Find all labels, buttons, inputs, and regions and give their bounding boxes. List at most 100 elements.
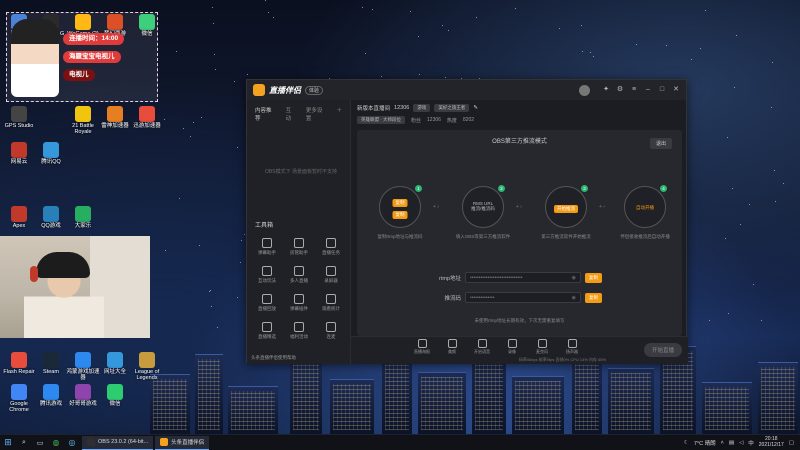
toolbar-item[interactable]: 扬声器 <box>561 339 583 355</box>
tab-recommend[interactable]: 内容推荐 <box>255 106 276 122</box>
search-icon[interactable]: ⌕ <box>16 435 32 450</box>
taskbar-companion[interactable]: 头条直播伴侣 <box>155 435 210 450</box>
tool-item[interactable]: 互动玩法 <box>251 266 283 284</box>
minimize-button[interactable]: – <box>644 86 652 94</box>
desktop-icon[interactable]: Google Chrome <box>2 384 36 414</box>
tool-item[interactable]: 观看统计 <box>315 294 347 312</box>
menu-icon[interactable]: ≡ <box>630 86 638 94</box>
maximize-button[interactable]: □ <box>658 86 666 94</box>
app-icon <box>75 384 91 400</box>
toolbar-icon <box>417 339 427 348</box>
edit-icon[interactable]: ✎ <box>473 105 478 111</box>
network-icon[interactable]: ▤ <box>729 440 734 446</box>
toolbar-item[interactable]: 美颜 <box>441 339 463 355</box>
desktop-icon[interactable]: 鸿蒙游戏加速器 <box>66 352 100 382</box>
desktop-icon[interactable]: Steam <box>34 352 68 375</box>
toolbar-item[interactable]: 麦克风 <box>531 339 553 355</box>
desktop-icon-label: Apex <box>12 223 26 229</box>
desktop-icon[interactable]: 网址大全 <box>98 352 132 375</box>
step-4-text: 自动开播 <box>636 205 654 210</box>
tool-item[interactable]: 多人直播 <box>283 266 315 284</box>
add-tab-icon[interactable]: ＋ <box>336 106 342 122</box>
desktop-icon[interactable]: Flash Repair <box>2 352 36 375</box>
chevron-up-icon[interactable]: ˄ <box>721 440 724 446</box>
bottom-toolbar: 直播海报 美颜 开启语音 录像 麦克风 扬声器 开始直播 码率0kbps 帧率0fps 丢… <box>351 336 688 364</box>
copy-key-button[interactable]: 复制 <box>585 292 602 303</box>
desktop-icon[interactable]: Apex <box>2 206 36 229</box>
tool-item[interactable]: 录屏器 <box>315 266 347 284</box>
tool-item[interactable]: 房管助手 <box>283 238 315 256</box>
tab-more[interactable]: 更多设置 <box>306 106 327 122</box>
windows-start-icon[interactable]: ⊞ <box>0 435 16 450</box>
title-bar[interactable]: 直播伴侣 体验 ✦ ⚙ ≡ – □ ✕ <box>247 80 686 100</box>
desktop-icon[interactable]: 网易云 <box>2 142 36 165</box>
start-live-button[interactable]: 开始直播 <box>643 343 682 357</box>
desktop-icon[interactable]: 大家乐 <box>66 206 100 229</box>
tool-item[interactable]: 连麦 <box>315 322 347 340</box>
desktop-icon[interactable]: QQ游戏 <box>34 206 68 229</box>
tab-interact[interactable]: 互动 <box>286 106 296 122</box>
exit-button[interactable]: 退出 <box>649 138 672 149</box>
toolbar-icon <box>447 339 457 348</box>
desktop-icon-label: 微信 <box>109 401 121 407</box>
rtmp-field[interactable]: •••••••••••••••••••••••••••••• ◉ <box>465 272 581 283</box>
tool-item[interactable]: 直播任务 <box>315 238 347 256</box>
desktop-icon-label: 腾讯QQ <box>41 159 61 165</box>
desktop-icon-label: Flash Repair <box>3 369 35 375</box>
tool-icon <box>294 266 304 276</box>
weather-text[interactable]: 7°C 晴朗 <box>694 439 716 447</box>
category-tag[interactable]: 游戏 <box>413 104 431 112</box>
desktop-icon[interactable]: 腾讯QQ <box>34 142 68 165</box>
close-button[interactable]: ✕ <box>672 86 680 94</box>
toolbar-icon <box>507 339 517 348</box>
taskbar-obs[interactable]: OBS 23.0.2 (64-bit... <box>82 435 154 450</box>
game-tag[interactable]: 英雄联盟 · 大师段位 <box>357 116 405 124</box>
desktop-icon[interactable]: 微信 <box>98 384 132 407</box>
desktop-icon-label: 迅游加速器 <box>133 123 161 129</box>
clock[interactable]: 20:18 2021/12/17 <box>759 436 784 448</box>
notification-icon[interactable]: ▢ <box>789 440 794 446</box>
toolbar-label: 美颜 <box>448 349 456 354</box>
task-view-icon[interactable]: ▭ <box>32 435 48 450</box>
rtmp-row: rtmp地址 •••••••••••••••••••••••••••••• ◉ … <box>417 272 602 283</box>
eye-icon[interactable]: ◉ <box>572 293 576 303</box>
gift-icon[interactable]: ✦ <box>602 86 610 94</box>
stream-key-field[interactable]: •••••••••••••• ◉ <box>465 292 581 303</box>
system-tray: ☾ 7°C 晴朗 ˄ ▤ ◁ 中 20:18 2021/12/17 ▢ <box>684 436 800 448</box>
desktop-icon[interactable]: League of Legends <box>130 352 164 382</box>
tool-item[interactable]: 直播精选 <box>251 322 283 340</box>
eye-icon[interactable]: ◉ <box>572 273 576 283</box>
tool-icon <box>294 294 304 304</box>
help-link[interactable]: 头条直播伴侣使用帮助 <box>251 355 296 361</box>
settings-icon[interactable]: ⚙ <box>616 86 624 94</box>
desktop-icon[interactable]: 腾讯游戏 <box>34 384 68 407</box>
tool-item[interactable]: 弹幕助手 <box>251 238 283 256</box>
toolbar-item[interactable]: 开启语音 <box>471 339 493 355</box>
taskbar: ⊞ ⌕ ▭ ◍ ◎ OBS 23.0.2 (64-bit... 头条直播伴侣 ☾… <box>0 434 800 450</box>
toolbar-item[interactable]: 直播海报 <box>411 339 433 355</box>
stream-stats: 码率0kbps 帧率0fps 丢帧0% CPU 14% 内存 65% <box>519 357 607 362</box>
desktop-icon-label: 大家乐 <box>74 223 92 229</box>
desktop-icon[interactable]: 21 Battle Royale <box>66 106 100 136</box>
tool-item[interactable]: 福利活动 <box>283 322 315 340</box>
tool-item[interactable]: 直播回放 <box>251 294 283 312</box>
tool-item[interactable]: 弹幕插件 <box>283 294 315 312</box>
user-avatar[interactable] <box>579 84 590 96</box>
title-tag[interactable]: 美好之旅王者 <box>434 104 470 112</box>
desktop-icon[interactable]: GPS Studio <box>2 106 36 129</box>
tool-icon <box>262 266 272 276</box>
steam-icon[interactable]: ◎ <box>64 435 80 450</box>
desktop-icon[interactable]: 雷神加速器 <box>98 106 132 129</box>
chrome-icon[interactable]: ◍ <box>48 435 64 450</box>
toolbar-item[interactable]: 录像 <box>501 339 523 355</box>
weather-icon[interactable]: ☾ <box>684 440 689 446</box>
webcam-feed <box>0 236 150 338</box>
desktop-icon[interactable]: 迅游加速器 <box>130 106 164 129</box>
volume-icon[interactable]: ◁ <box>739 440 743 446</box>
copy-rtmp-button[interactable]: 复制 <box>585 272 602 283</box>
ime-indicator[interactable]: 中 <box>748 439 754 447</box>
desktop-icon[interactable]: 好哥哥游戏 <box>66 384 100 407</box>
toolbar-icon <box>567 339 577 348</box>
step-4-caption: 伴侣接收推流后自动开播 <box>620 234 670 239</box>
live-companion-window[interactable]: 直播伴侣 体验 ✦ ⚙ ≡ – □ ✕ 内容推荐 互动 更多设置 ＋ OBS模式… <box>246 79 688 364</box>
